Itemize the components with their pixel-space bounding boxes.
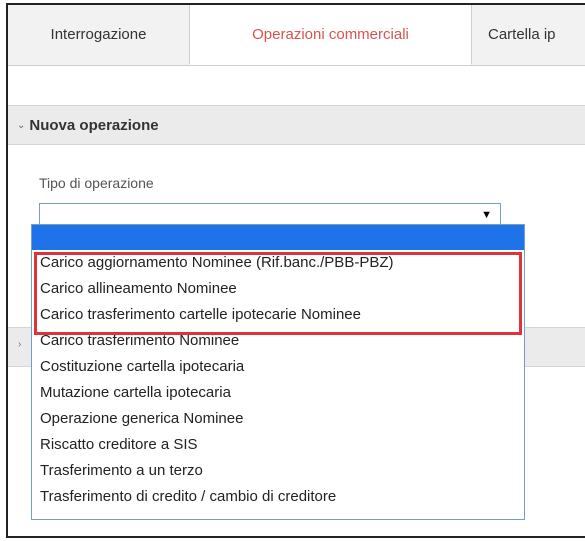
dropdown-option[interactable]: Costituzione cartella ipotecaria xyxy=(32,354,524,380)
dropdown-option[interactable]: Carico aggiornamento Nominee (Rif.banc./… xyxy=(32,250,524,276)
tab-cartella-ipotecaria[interactable]: Cartella ip xyxy=(472,5,585,64)
dropdown-option[interactable]: Trasferimento di credito / cambio di cre… xyxy=(32,484,524,510)
chevron-down-icon: ⌄ xyxy=(17,119,26,131)
operation-type-label: Tipo di operazione xyxy=(39,175,154,191)
tab-bar: Interrogazione Operazioni commerciali Ca… xyxy=(8,5,585,66)
dropdown-option-empty-selected[interactable] xyxy=(32,225,524,250)
tab-label: Interrogazione xyxy=(50,26,147,43)
section-header-nuova-operazione[interactable]: ⌄ Nuova operazione xyxy=(8,105,585,145)
chevron-right-icon: › xyxy=(18,339,22,350)
tab-operazioni-commerciali[interactable]: Operazioni commerciali xyxy=(190,5,472,65)
dropdown-option[interactable]: Carico trasferimento Nominee xyxy=(32,328,524,354)
dropdown-option[interactable]: Trasferimento a un terzo xyxy=(32,458,524,484)
dropdown-option[interactable]: Riscatto creditore a SIS xyxy=(32,432,524,458)
operation-type-dropdown-list: Carico aggiornamento Nominee (Rif.banc./… xyxy=(31,224,525,520)
dropdown-option[interactable]: Operazione generica Nominee xyxy=(32,406,524,432)
section-title: Nuova operazione xyxy=(29,116,159,134)
tab-interrogazione[interactable]: Interrogazione xyxy=(8,5,190,64)
dropdown-arrow-icon: ▼ xyxy=(481,209,492,221)
dropdown-option[interactable]: Carico trasferimento cartelle ipotecarie… xyxy=(32,302,524,328)
dropdown-option[interactable]: Mutazione cartella ipotecaria xyxy=(32,380,524,406)
tab-label: Cartella ip xyxy=(488,26,556,43)
tab-label: Operazioni commerciali xyxy=(252,26,409,43)
dropdown-option[interactable]: Carico allineamento Nominee xyxy=(32,276,524,302)
